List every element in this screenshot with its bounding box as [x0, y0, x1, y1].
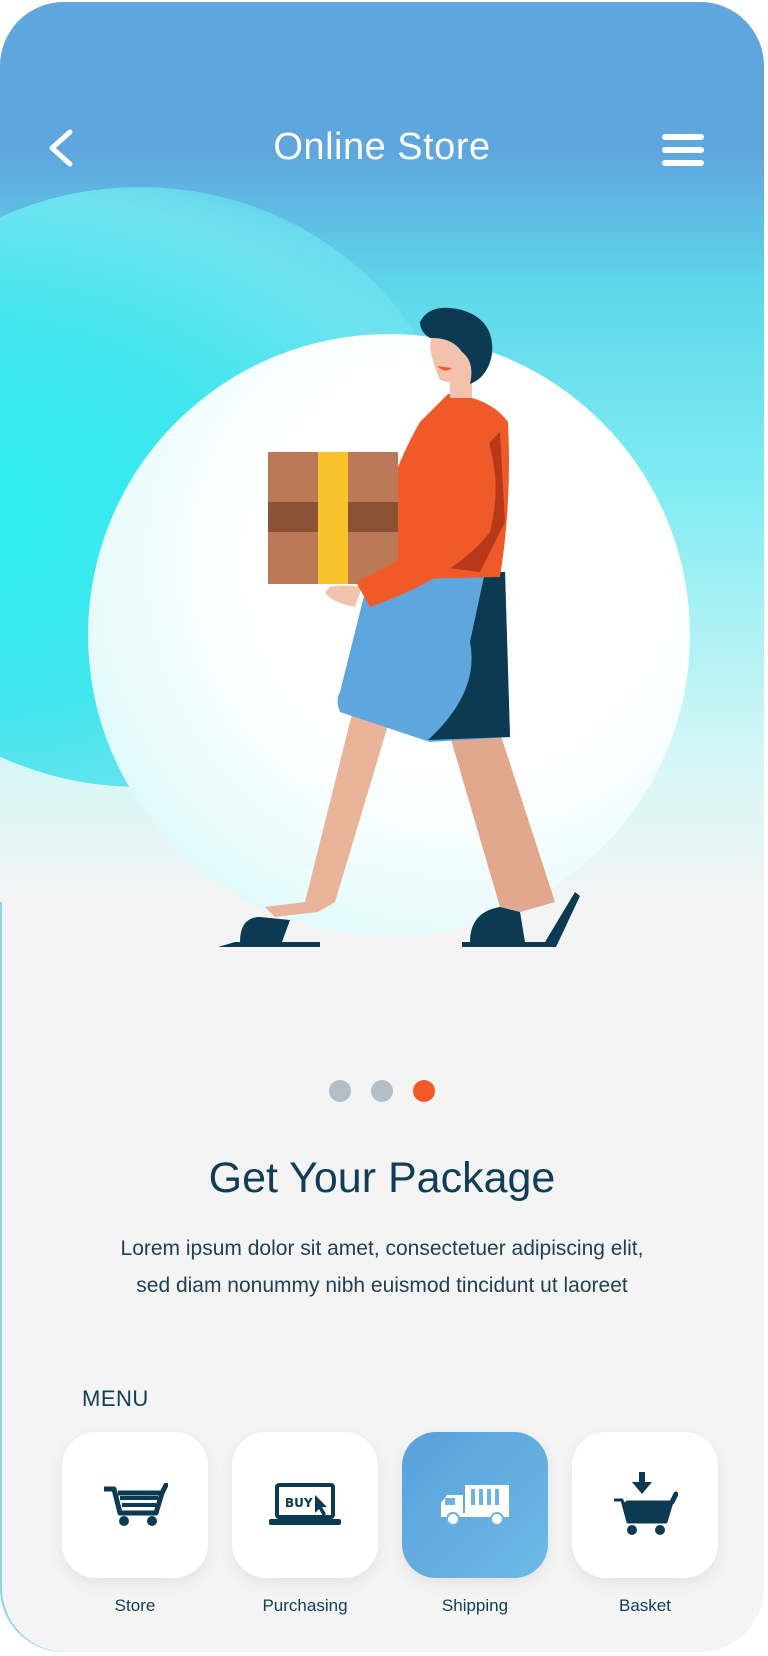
carousel-dot-1[interactable] — [328, 1080, 351, 1102]
menu-item-shipping: Shipping — [402, 1432, 548, 1616]
basket-button[interactable] — [572, 1432, 718, 1578]
carousel-dot-3-active[interactable] — [413, 1080, 436, 1102]
box-tape-yellow — [318, 452, 348, 584]
carousel-dot-2[interactable] — [371, 1080, 393, 1102]
menu-section-label: MENU — [82, 1386, 149, 1411]
basket-label: Basket — [619, 1596, 671, 1615]
onboarding-heading: Get Your Package — [208, 1154, 556, 1202]
menu-item-basket: Basket — [572, 1432, 718, 1616]
shopping-cart-icon — [104, 1483, 168, 1526]
menu-cards: Store BUY Purchasing Shipping Basket — [62, 1432, 722, 1632]
menu-button[interactable] — [660, 130, 706, 170]
back-leg — [265, 702, 395, 917]
cart-add-icon — [614, 1472, 678, 1535]
page-title: Online Store — [273, 126, 491, 168]
shipping-label: Shipping — [441, 1596, 509, 1615]
description-line-2: sed diam nonummy nibh euismod tincidunt … — [136, 1274, 628, 1297]
menu-item-purchasing: BUY Purchasing — [232, 1432, 378, 1616]
hand — [325, 585, 362, 607]
buy-text: BUY — [285, 1496, 313, 1510]
top-bar: Online Store — [0, 106, 764, 190]
carousel-pagination — [0, 1080, 764, 1104]
purchasing-button[interactable]: BUY — [232, 1432, 378, 1578]
store-label: Store — [114, 1596, 156, 1615]
delivery-truck-icon — [441, 1485, 509, 1526]
menu-item-store: Store — [62, 1432, 208, 1616]
hamburger-menu-icon — [662, 134, 704, 166]
laptop-buy-icon: BUY — [269, 1483, 341, 1525]
shipping-button[interactable] — [402, 1432, 548, 1578]
purchasing-label: Purchasing — [262, 1596, 348, 1615]
store-button[interactable] — [62, 1432, 208, 1578]
description-line-1: Lorem ipsum dolor sit amet, consectetuer… — [120, 1237, 644, 1260]
phone-screen: Online Store Get Your Package Lorem ipsu… — [0, 2, 764, 1652]
onboarding-description: Lorem ipsum dolor sit amet, consectetuer… — [60, 1230, 704, 1304]
left-shoe — [218, 917, 320, 947]
